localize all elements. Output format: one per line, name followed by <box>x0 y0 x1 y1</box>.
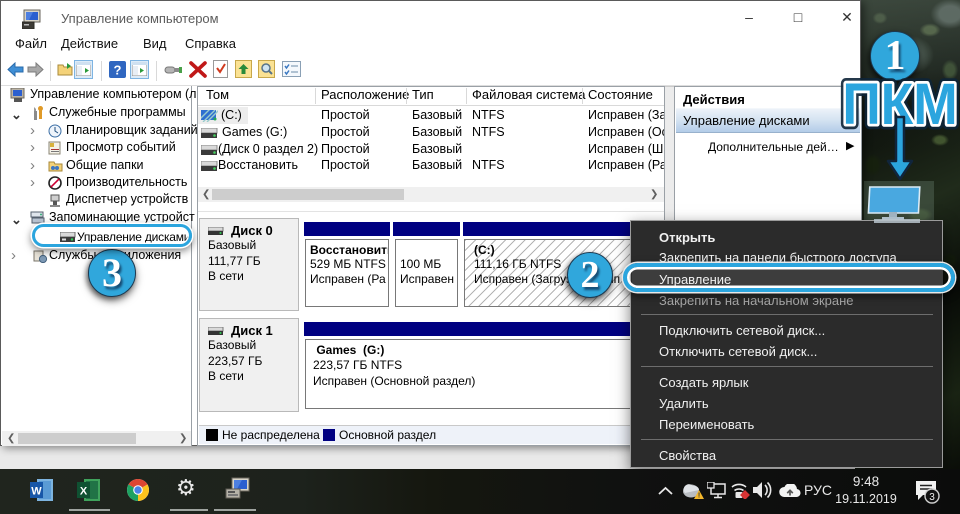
svg-text:!: ! <box>698 493 700 500</box>
svg-text:W: W <box>31 486 42 498</box>
svg-text:3: 3 <box>929 492 935 503</box>
svg-text:?: ? <box>114 63 122 78</box>
svg-text:X: X <box>80 486 88 498</box>
